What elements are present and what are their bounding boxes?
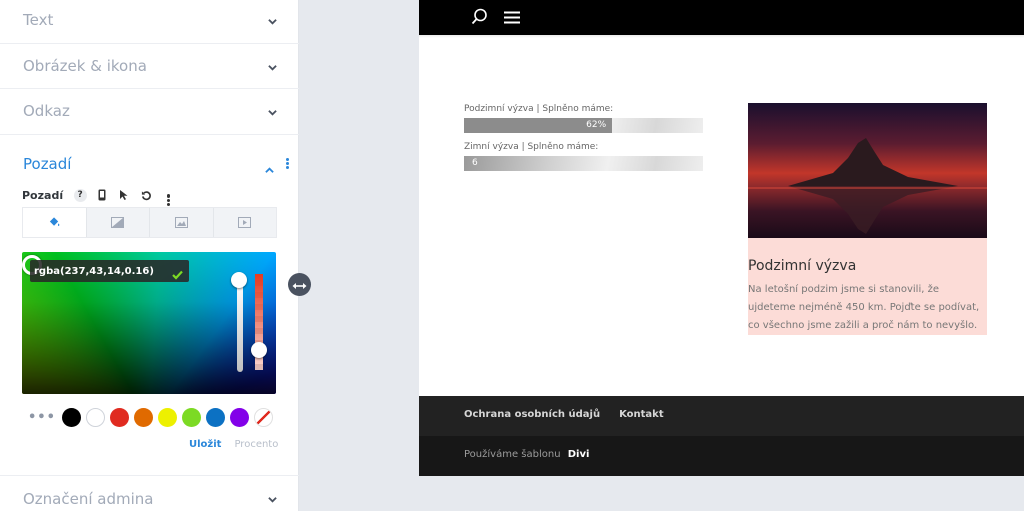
progress-bar-percent: 6 [472,158,478,168]
swatch-transparent[interactable] [254,407,273,427]
opacity-slider-handle[interactable] [251,342,267,358]
tab-image[interactable] [150,208,214,237]
footer-credit-text: Používáme šablonu [464,449,561,460]
page-preview: Podzimní výzva | Splněno máme: 62% Zimní… [419,0,1024,476]
bar-label-winter: Zimní výzva | Splněno máme: [464,142,599,152]
swatch-actions: Uložit Procento [189,439,278,450]
background-option-row: Pozadí ? [22,186,179,206]
swatch-white[interactable] [86,407,105,427]
more-swatches-button[interactable]: ••• [28,410,62,425]
settings-panel: Text Obrázek & ikona Odkaz Pozadí Pozadí… [0,0,299,511]
section-background: Pozadí Pozadí ? rgba(237,43,14,0.16) •••… [0,135,299,476]
background-type-tabs [22,207,277,238]
swatch-blue[interactable] [206,407,225,427]
blurb-card: Podzimní výzva Na letošní podzim jsme si… [748,103,987,335]
image-icon [174,213,188,232]
card-title: Podzimní výzva [748,258,857,274]
tab-video[interactable] [214,208,277,237]
progress-bar-autumn[interactable]: 62% [464,118,703,133]
gradient-icon [111,213,125,232]
section-title-background[interactable]: Pozadí [23,155,71,173]
color-fill-icon [48,213,61,232]
bar-label-autumn: Podzimní výzva | Splněno máme: [464,104,614,114]
lightness-slider[interactable] [237,282,243,372]
color-value-box[interactable]: rgba(237,43,14,0.16) [30,260,189,282]
resize-arrows-icon [292,275,307,294]
chevron-down-icon[interactable] [268,63,277,72]
more-options-icon[interactable] [157,186,179,206]
background-label: Pozadí [22,188,64,202]
video-icon [238,213,252,232]
chevron-down-icon[interactable] [268,108,277,117]
resize-handle[interactable] [288,273,311,296]
tab-color[interactable] [23,208,87,237]
swatch-green[interactable] [182,407,201,427]
save-button[interactable]: Uložit [189,439,221,450]
color-swatches: ••• [28,407,278,427]
percent-button[interactable]: Procento [234,439,278,450]
swatch-red[interactable] [110,407,129,427]
section-link[interactable]: Odkaz [0,89,299,135]
check-icon[interactable] [172,265,183,284]
card-text: Na letošní podzim jsme si stanovili, že … [748,284,980,331]
hover-cursor-icon[interactable] [113,186,135,204]
progress-bar-percent: 62% [586,120,607,130]
section-title-link: Odkaz [23,102,70,120]
tab-gradient[interactable] [87,208,150,237]
chevron-down-icon[interactable] [268,17,277,26]
more-options-icon[interactable] [284,157,290,171]
help-icon[interactable]: ? [69,186,91,204]
site-header [419,0,1024,35]
reset-icon[interactable] [135,186,157,204]
footer-credit-bar: Používáme šablonu Divi [419,436,1024,476]
header-shadow [419,35,1024,38]
lightness-slider-handle[interactable] [231,272,247,288]
section-text[interactable]: Text [0,0,299,44]
chevron-up-icon[interactable] [265,160,274,179]
swatch-purple[interactable] [230,407,249,427]
color-picker[interactable]: rgba(237,43,14,0.16) [22,252,276,394]
section-image-icon[interactable]: Obrázek & ikona [0,44,299,89]
section-title-admin-label: Označení admina [23,490,154,508]
footer-nav: Ochrana osobních údajů Kontakt [419,396,1024,436]
section-admin-label[interactable]: Označení admina [0,476,299,511]
chevron-down-icon[interactable] [268,495,277,504]
section-title-text: Text [23,11,54,29]
color-value-input[interactable]: rgba(237,43,14,0.16) [34,266,154,277]
swatch-yellow[interactable] [158,407,177,427]
swatch-black[interactable] [62,407,81,427]
search-icon[interactable] [471,8,488,29]
hamburger-menu-icon[interactable] [504,9,520,28]
responsive-icon[interactable] [91,186,113,204]
footer-links: Ochrana osobních údajů Kontakt [464,409,683,420]
card-image [748,103,987,238]
footer-credit-brand[interactable]: Divi [568,449,590,460]
section-title-image-icon: Obrázek & ikona [23,57,147,75]
footer-credit: Používáme šablonu Divi [464,449,589,460]
swatch-orange[interactable] [134,407,153,427]
progress-bar-winter[interactable]: 6 [464,156,703,171]
footer-link-privacy[interactable]: Ochrana osobních údajů [464,409,600,420]
footer-link-contact[interactable]: Kontakt [619,409,664,420]
